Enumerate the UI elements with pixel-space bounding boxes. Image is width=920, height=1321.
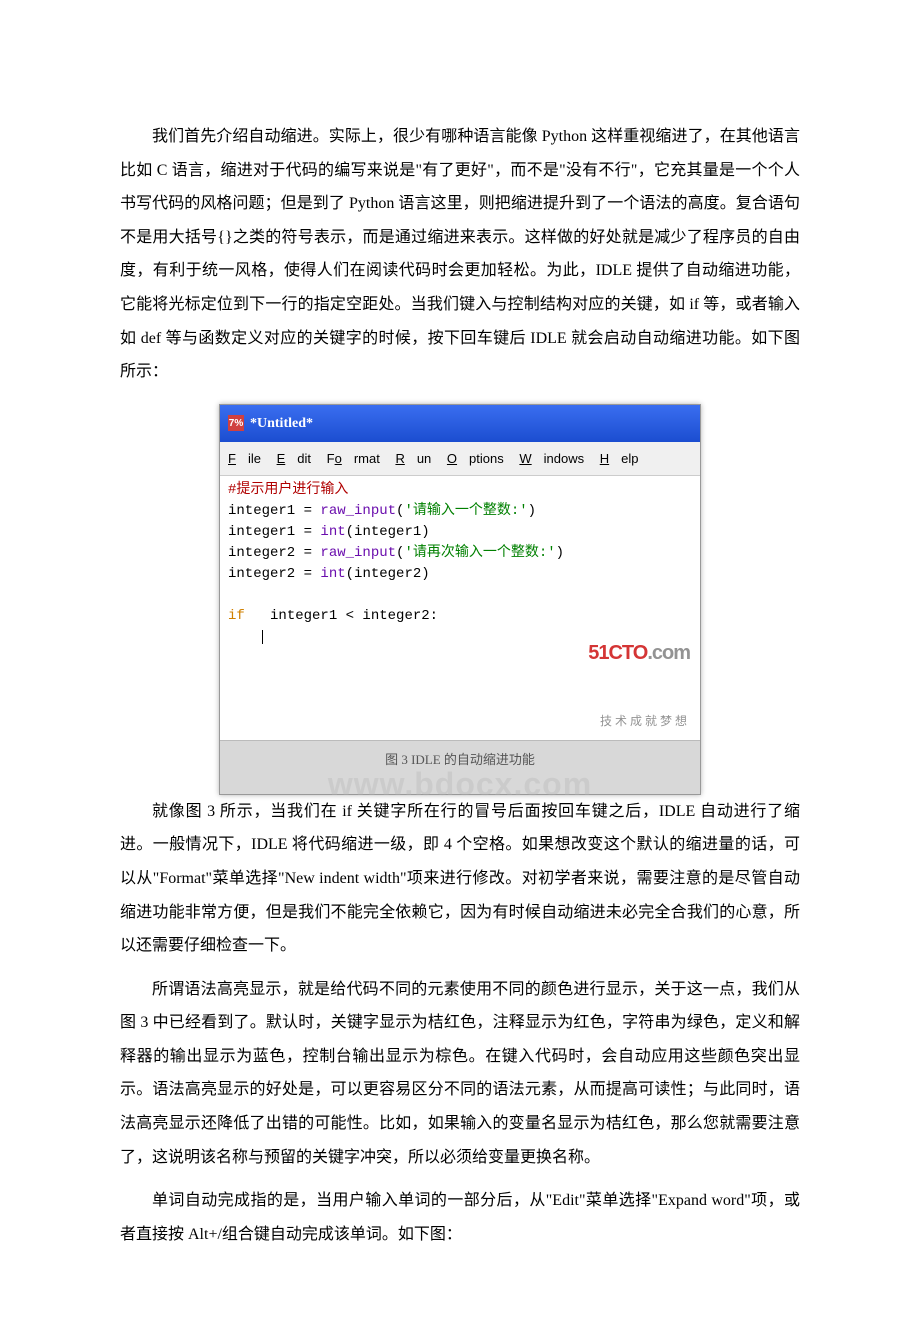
code-editor[interactable]: #提示用户进行输入 integer1 = raw_input('请输入一个整数:… bbox=[220, 476, 700, 740]
menu-bar: File Edit Format Run Options Windows Hel… bbox=[220, 442, 700, 476]
paragraph-3: 所谓语法高亮显示，就是给代码不同的元素使用不同的颜色进行显示，关于这一点，我们从… bbox=[120, 973, 800, 1175]
code-comment: #提示用户进行输入 bbox=[228, 482, 348, 498]
menu-options[interactable]: Options bbox=[447, 451, 504, 466]
tk-icon: 7% bbox=[228, 415, 244, 431]
paragraph-1: 我们首先介绍自动缩进。实际上，很少有哪种语言能像 Python 这样重视缩进了，… bbox=[120, 120, 800, 389]
window-title-bar: 7% *Untitled* bbox=[220, 405, 700, 442]
menu-edit[interactable]: Edit bbox=[277, 451, 311, 466]
idle-screenshot: 7% *Untitled* File Edit Format Run Optio… bbox=[219, 404, 701, 795]
menu-help[interactable]: Help bbox=[600, 451, 639, 466]
window-title: *Untitled* bbox=[250, 409, 313, 438]
figure-caption: 图 3 IDLE 的自动缩进功能 bbox=[385, 752, 535, 767]
figure-caption-bar: 图 3 IDLE 的自动缩进功能 www.bdocx.com bbox=[220, 740, 700, 793]
paragraph-4: 单词自动完成指的是，当用户输入单词的一部分后，从"Edit"菜单选择"Expan… bbox=[120, 1184, 800, 1251]
menu-windows[interactable]: Windows bbox=[519, 451, 584, 466]
paragraph-2: 就像图 3 所示，当我们在 if 关键字所在行的冒号后面按回车键之后，IDLE … bbox=[120, 795, 800, 963]
menu-file[interactable]: File bbox=[228, 451, 261, 466]
menu-run[interactable]: Run bbox=[395, 451, 431, 466]
text-cursor bbox=[262, 630, 263, 644]
menu-format[interactable]: Format bbox=[327, 451, 380, 466]
